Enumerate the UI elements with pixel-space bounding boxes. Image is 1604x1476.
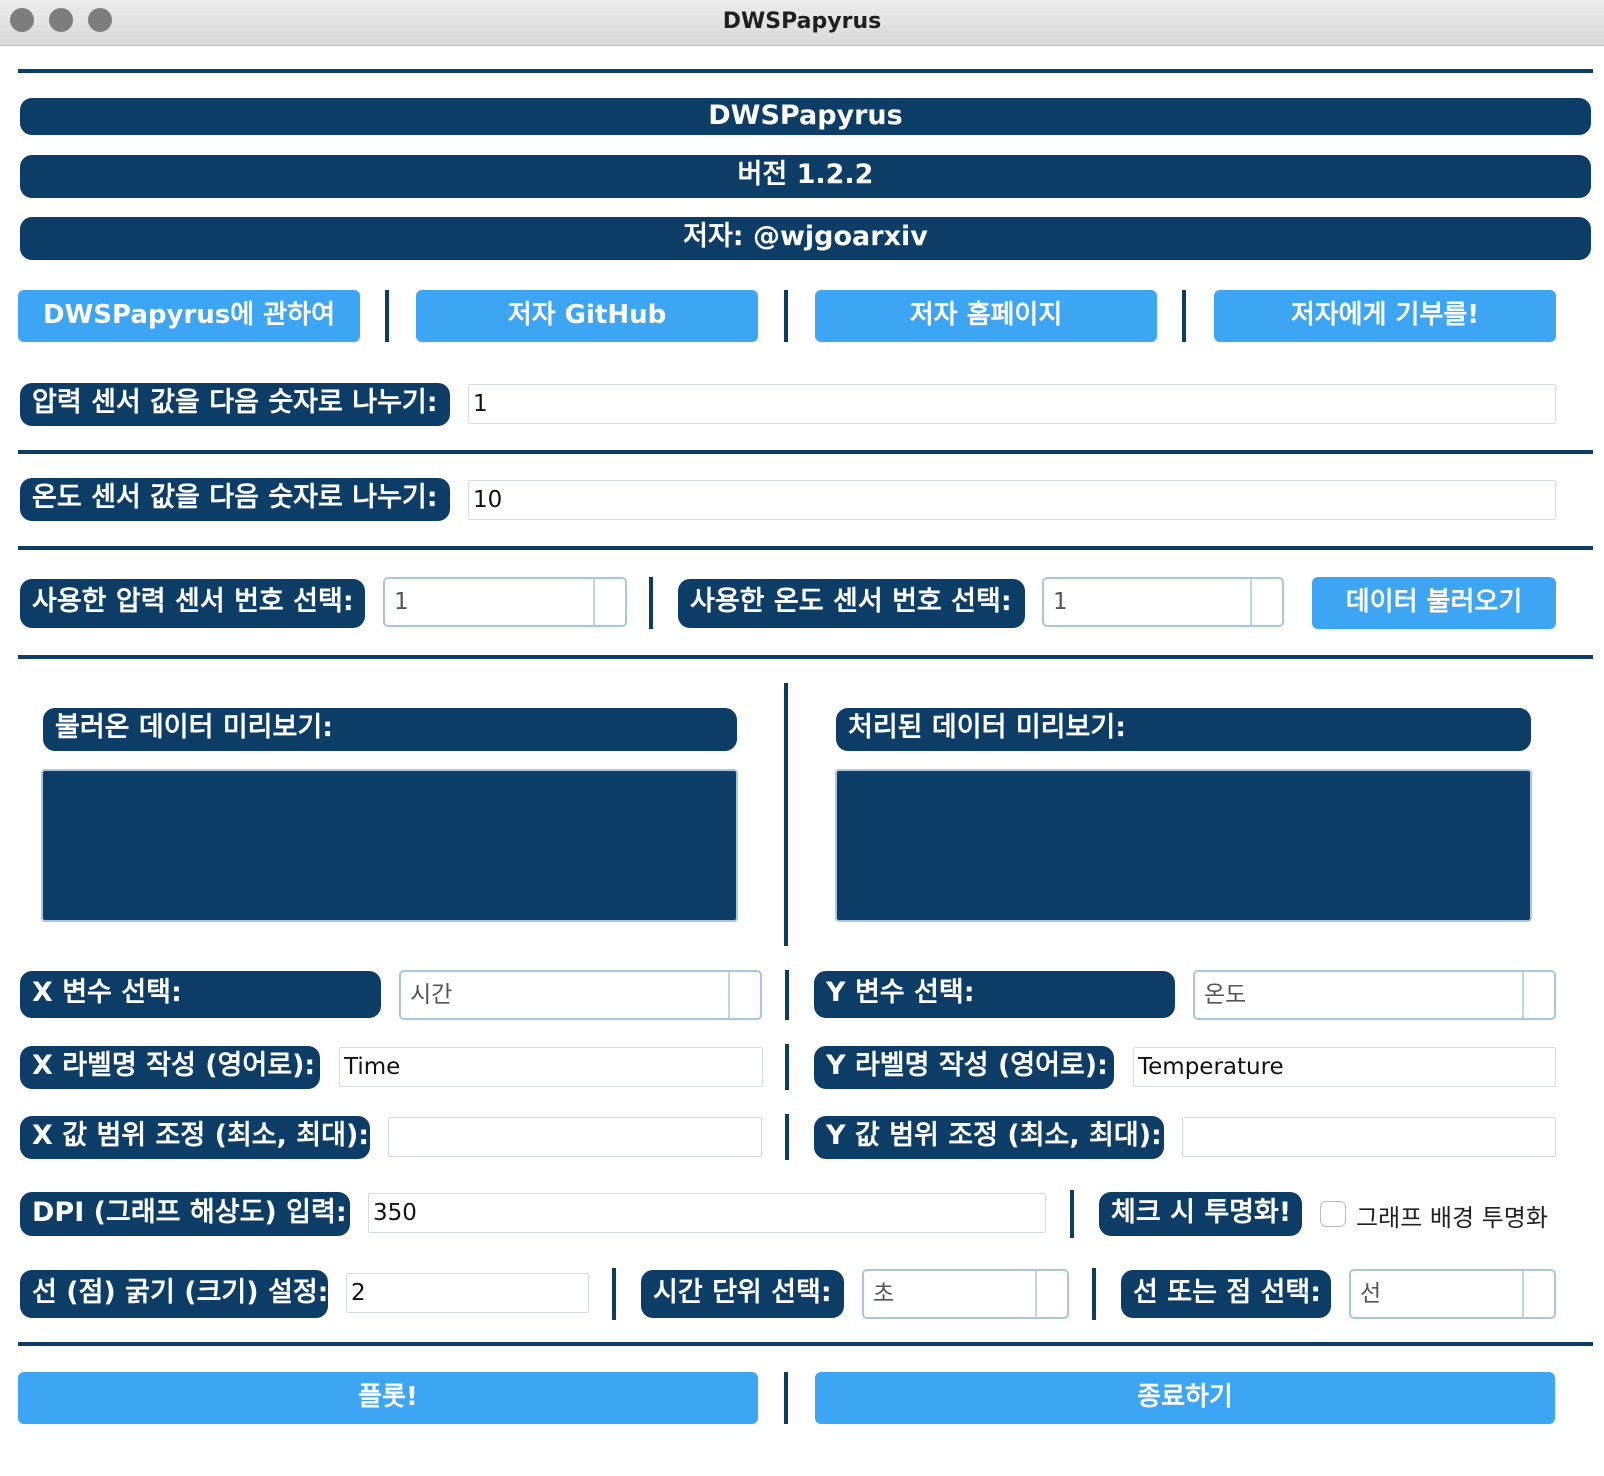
separator (784, 683, 788, 946)
y-variable-select[interactable]: 온도 (1193, 970, 1556, 1020)
y-axis-label-input[interactable]: Temperature (1133, 1047, 1556, 1087)
separator (385, 290, 389, 342)
spin-arrows-icon[interactable] (593, 579, 625, 625)
divider (18, 69, 1593, 73)
loaded-preview-label: 불러온 데이터 미리보기: (43, 708, 737, 751)
dpi-label: DPI (그래프 해상도) 입력: (20, 1192, 350, 1236)
separator (1092, 1268, 1096, 1320)
x-range-input[interactable] (388, 1117, 762, 1157)
divider (18, 450, 1593, 454)
dropdown-arrow-icon[interactable] (728, 972, 760, 1018)
temperature-divisor-label: 온도 센서 값을 다음 숫자로 나누기: (20, 478, 450, 521)
time-unit-value: 초 (873, 1281, 895, 1307)
load-data-button[interactable]: 데이터 불러오기 (1312, 577, 1556, 629)
divider (18, 1342, 1593, 1346)
donate-button[interactable]: 저자에게 기부를! (1214, 290, 1556, 342)
version-banner: 버전 1.2.2 (20, 155, 1591, 198)
loaded-data-preview[interactable] (41, 769, 738, 922)
x-axis-label-label: X 라벨명 작성 (영어로): (20, 1046, 320, 1089)
x-range-label: X 값 범위 조정 (최소, 최대): (20, 1116, 370, 1159)
divider (18, 546, 1593, 550)
y-range-label: Y 값 범위 조정 (최소, 최대): (814, 1116, 1164, 1159)
line-or-point-value: 선 (1360, 1281, 1382, 1307)
plot-button[interactable]: 플롯! (18, 1372, 758, 1424)
temperature-sensor-select[interactable]: 1 (1042, 577, 1284, 627)
time-unit-label: 시간 단위 선택: (641, 1270, 844, 1318)
window-title: DWSPapyrus (722, 9, 882, 34)
y-variable-value: 온도 (1204, 982, 1247, 1008)
pressure-divisor-input[interactable]: 1 (468, 384, 1556, 424)
separator (785, 1114, 789, 1160)
separator (785, 1044, 789, 1090)
x-variable-label: X 변수 선택: (20, 971, 381, 1018)
y-axis-label-label: Y 라벨명 작성 (영어로): (814, 1046, 1114, 1089)
github-button[interactable]: 저자 GitHub (416, 290, 758, 342)
app-name-banner: DWSPapyrus (20, 98, 1591, 135)
y-variable-label: Y 변수 선택: (814, 971, 1175, 1018)
x-variable-select[interactable]: 시간 (399, 970, 762, 1020)
dropdown-arrow-icon[interactable] (1522, 1271, 1554, 1317)
pressure-sensor-label: 사용한 압력 센서 번호 선택: (20, 579, 365, 628)
pressure-divisor-label: 압력 센서 값을 다음 숫자로 나누기: (20, 383, 450, 426)
processed-data-preview[interactable] (835, 769, 1532, 922)
time-unit-select[interactable]: 초 (862, 1269, 1069, 1319)
about-button[interactable]: DWSPapyrus에 관하여 (18, 290, 360, 342)
separator (784, 290, 788, 342)
separator (649, 577, 653, 629)
transparent-background-checkbox-label[interactable]: 그래프 배경 투명화 (1356, 1198, 1548, 1233)
separator (1070, 1190, 1074, 1238)
window-titlebar: DWSPapyrus (0, 0, 1604, 46)
x-axis-label-input[interactable]: Time (339, 1047, 763, 1087)
divider (18, 655, 1593, 659)
transparent-background-checkbox[interactable] (1320, 1201, 1346, 1227)
line-or-point-select[interactable]: 선 (1349, 1269, 1556, 1319)
transparency-label: 체크 시 투명화! (1099, 1192, 1302, 1236)
author-banner: 저자: @wjgoarxiv (20, 217, 1591, 260)
temperature-sensor-label: 사용한 온도 센서 번호 선택: (678, 579, 1025, 628)
pressure-sensor-value: 1 (394, 589, 409, 615)
spin-arrows-icon[interactable] (1250, 579, 1282, 625)
homepage-button[interactable]: 저자 홈페이지 (815, 290, 1157, 342)
processed-preview-label: 처리된 데이터 미리보기: (836, 708, 1531, 751)
separator (1182, 290, 1186, 342)
separator (612, 1268, 616, 1320)
pressure-sensor-select[interactable]: 1 (383, 577, 627, 627)
separator (784, 1372, 788, 1424)
dpi-input[interactable]: 350 (368, 1193, 1046, 1233)
separator (785, 970, 789, 1020)
line-or-point-label: 선 또는 점 선택: (1121, 1270, 1331, 1318)
dropdown-arrow-icon[interactable] (1035, 1271, 1067, 1317)
temperature-sensor-value: 1 (1053, 589, 1068, 615)
quit-button[interactable]: 종료하기 (815, 1372, 1555, 1424)
y-range-input[interactable] (1182, 1117, 1556, 1157)
line-width-input[interactable]: 2 (346, 1273, 589, 1313)
temperature-divisor-input[interactable]: 10 (468, 480, 1556, 520)
dropdown-arrow-icon[interactable] (1522, 972, 1554, 1018)
line-width-label: 선 (점) 굵기 (크기) 설정: (20, 1270, 328, 1318)
x-variable-value: 시간 (410, 982, 453, 1008)
